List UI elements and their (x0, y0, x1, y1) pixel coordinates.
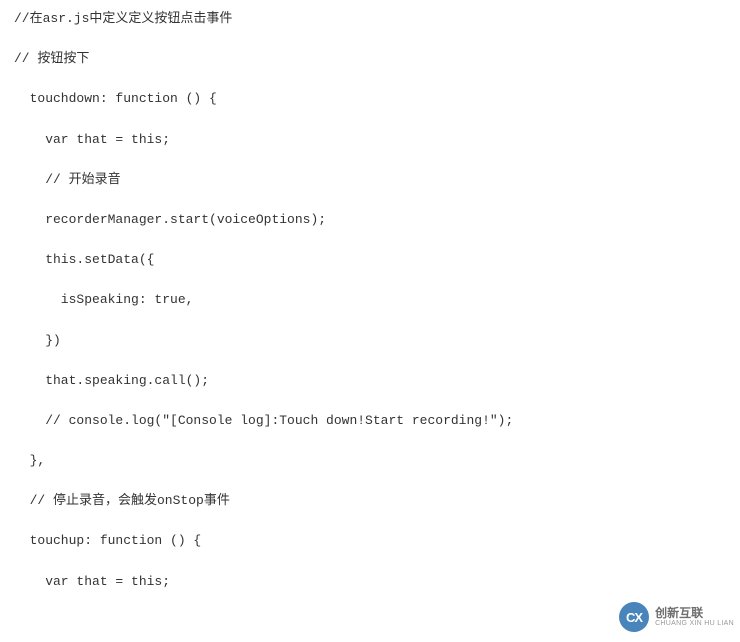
code-blank-line (14, 390, 726, 412)
code-blank-line (14, 269, 726, 291)
code-blank-line (14, 189, 726, 211)
code-line: touchup: function () { (14, 532, 726, 550)
code-line: //在asr.js中定义定义按钮点击事件 (14, 10, 726, 28)
code-blank-line (14, 551, 726, 573)
code-blank-line (14, 430, 726, 452)
code-line: touchdown: function () { (14, 90, 726, 108)
code-blank-line (14, 350, 726, 372)
code-blank-line (14, 310, 726, 332)
code-line: var that = this; (14, 573, 726, 591)
watermark-en: CHUANG XIN HU LIAN (655, 620, 734, 628)
code-line: }, (14, 452, 726, 470)
code-line: // console.log("[Console log]:Touch down… (14, 412, 726, 430)
code-blank-line (14, 510, 726, 532)
code-line: that.speaking.call(); (14, 372, 726, 390)
code-blank-line (14, 229, 726, 251)
watermark-badge-icon: CX (619, 602, 649, 632)
code-line: // 开始录音 (14, 171, 726, 189)
code-line: isSpeaking: true, (14, 291, 726, 309)
code-line: this.setData({ (14, 251, 726, 269)
code-line: }) (14, 332, 726, 350)
watermark: CX 创新互联 CHUANG XIN HU LIAN (619, 602, 734, 632)
code-line: recorderManager.start(voiceOptions); (14, 211, 726, 229)
code-line: // 按钮按下 (14, 50, 726, 68)
code-blank-line (14, 470, 726, 492)
code-blank-line (14, 68, 726, 90)
code-blank-line (14, 109, 726, 131)
code-block: //在asr.js中定义定义按钮点击事件 // 按钮按下 touchdown: f… (0, 0, 740, 601)
watermark-text: 创新互联 CHUANG XIN HU LIAN (655, 607, 734, 628)
code-line: // 停止录音，会触发onStop事件 (14, 492, 726, 510)
code-blank-line (14, 28, 726, 50)
code-blank-line (14, 149, 726, 171)
watermark-cn: 创新互联 (655, 607, 734, 620)
code-line: var that = this; (14, 131, 726, 149)
